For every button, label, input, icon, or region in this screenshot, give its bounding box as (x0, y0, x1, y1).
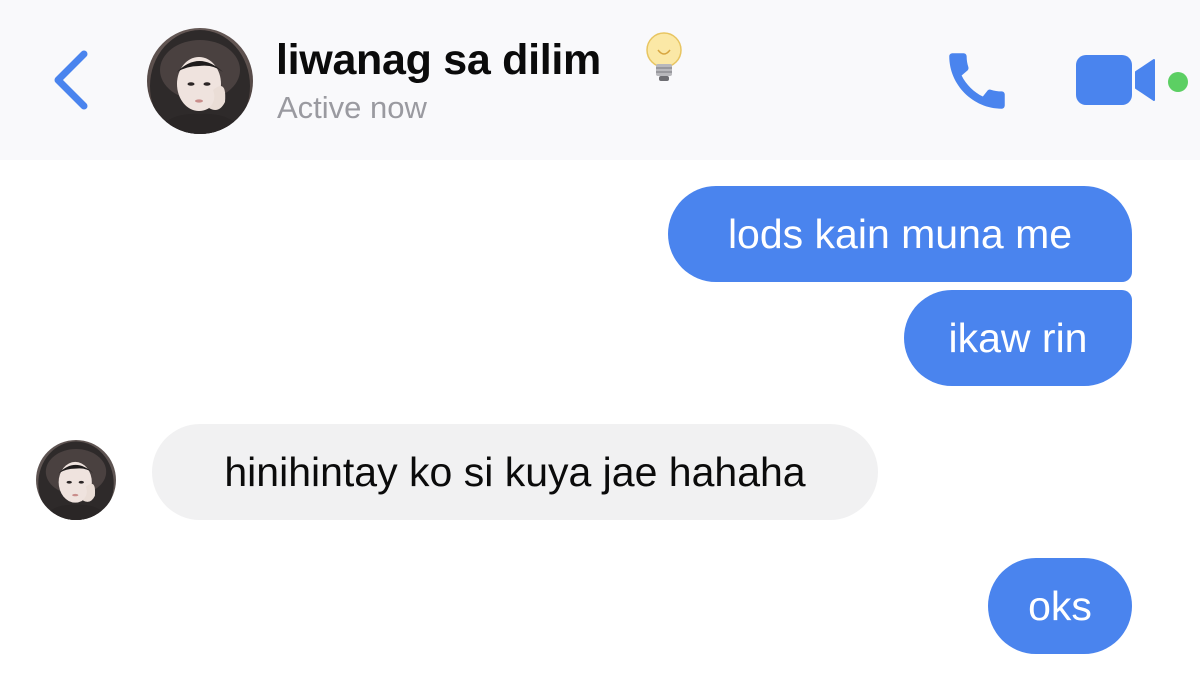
contact-name: liwanag sa dilim (276, 36, 601, 84)
message-bubble-outgoing[interactable]: lods kain muna me (668, 186, 1132, 282)
chat-header: liwanag sa dilim Active now (0, 0, 1200, 160)
light-bulb-icon (644, 30, 684, 86)
active-status: Active now (277, 90, 427, 125)
video-call-button[interactable] (1074, 52, 1160, 108)
message-bubble-outgoing[interactable]: ikaw rin (904, 290, 1132, 386)
contact-avatar[interactable] (147, 28, 253, 134)
back-button[interactable] (48, 48, 92, 112)
chevron-left-icon (54, 50, 88, 110)
phone-icon (949, 53, 1005, 109)
video-camera-icon (1076, 55, 1155, 105)
message-bubble-incoming[interactable]: hinihintay ko si kuya jae hahaha (152, 424, 878, 520)
online-indicator (1168, 72, 1188, 92)
sender-avatar[interactable] (36, 440, 116, 520)
message-bubble-outgoing[interactable]: oks (988, 558, 1132, 654)
audio-call-button[interactable] (940, 44, 1014, 118)
